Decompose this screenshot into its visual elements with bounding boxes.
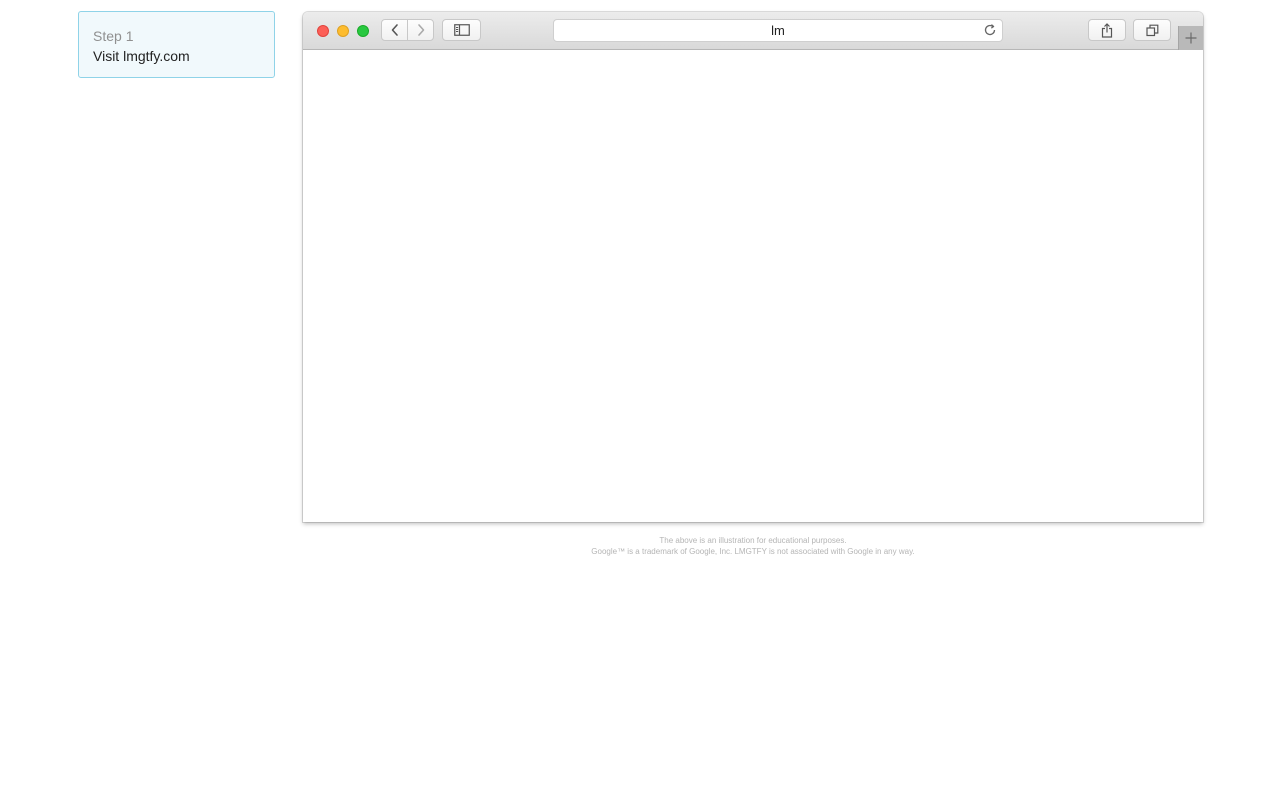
browser-window: lm — [303, 12, 1203, 522]
disclaimer-line-1: The above is an illustration for educati… — [659, 536, 847, 545]
address-bar[interactable]: lm — [553, 19, 1003, 42]
page: Step 1 Visit lmgtfy.com lm The above is … — [0, 0, 1280, 800]
browser-content — [303, 50, 1203, 522]
step-label: Step 1 — [93, 28, 134, 44]
tabs-overview-button[interactable] — [1133, 19, 1171, 41]
minimize-window-icon[interactable] — [337, 25, 349, 37]
forward-button[interactable] — [407, 19, 434, 41]
close-window-icon[interactable] — [317, 25, 329, 37]
plus-icon — [1185, 32, 1197, 44]
browser-toolbar: lm — [303, 12, 1203, 50]
back-button[interactable] — [381, 19, 408, 41]
chevron-right-icon — [417, 24, 424, 36]
maximize-window-icon[interactable] — [357, 25, 369, 37]
share-icon — [1101, 22, 1113, 38]
step-card: Step 1 Visit lmgtfy.com — [78, 11, 275, 78]
sidebar-button[interactable] — [442, 19, 481, 41]
address-text: lm — [771, 23, 785, 38]
chevron-left-icon — [391, 24, 398, 36]
sidebar-icon — [453, 24, 470, 36]
reload-icon[interactable] — [983, 23, 997, 37]
step-instruction: Visit lmgtfy.com — [93, 48, 190, 64]
disclaimer-line-2: Google™ is a trademark of Google, Inc. L… — [591, 547, 915, 556]
new-tab-button[interactable] — [1178, 26, 1203, 50]
tabs-overview-icon — [1145, 24, 1158, 36]
share-button[interactable] — [1088, 19, 1126, 41]
disclaimer: The above is an illustration for educati… — [303, 535, 1203, 557]
